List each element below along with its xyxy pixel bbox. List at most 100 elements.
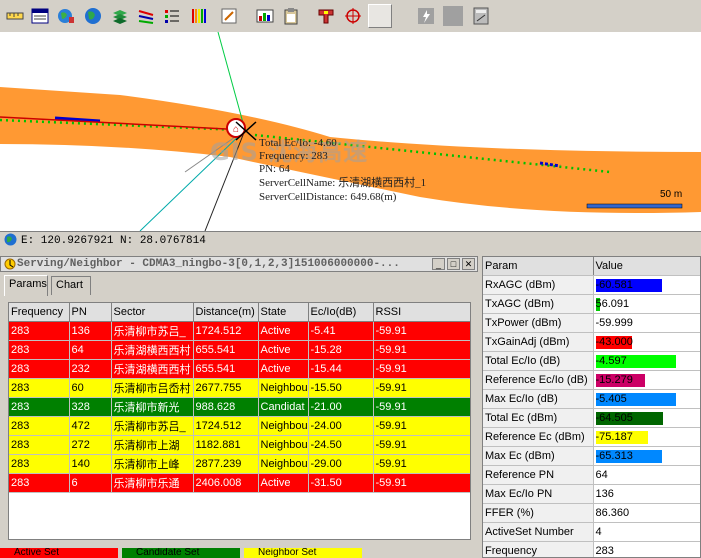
neighbor-table[interactable]: Frequency PN Sector Distance(m) State Ec… — [8, 302, 471, 540]
table-cell: 283 — [9, 321, 70, 341]
measure-icon[interactable] — [315, 5, 337, 27]
table-cell: -59.91 — [373, 378, 470, 398]
table-cell: 乐清柳市上湖 — [111, 435, 194, 455]
table-cell: 2677.755 — [193, 378, 259, 398]
param-value: -4.597 — [595, 355, 627, 367]
param-row: TxAGC (dBm) 56.091 — [483, 294, 700, 314]
table-row[interactable]: 283 64 乐清湖横西西村 655.541 Active -15.28 -59.91 — [9, 340, 470, 360]
param-value-cell: -5.405 — [593, 389, 700, 409]
table-row[interactable]: 283 328 乐清柳市新光 988.628 Candidat -21.00 -59.91 — [9, 397, 470, 417]
col-distance[interactable]: Distance(m) — [193, 303, 259, 322]
param-value-cell: -43.000 — [593, 332, 700, 352]
globe-tool-icon[interactable] — [55, 5, 77, 27]
table-cell: 140 — [69, 454, 112, 474]
layers-icon[interactable] — [109, 5, 131, 27]
table-cell: 乐清湖横西西村 — [111, 340, 194, 360]
maximize-button[interactable]: □ — [447, 258, 460, 270]
table-row[interactable]: 283 140 乐清柳市上峰 2877.239 Neighbou -29.00 -59.91 — [9, 454, 470, 474]
list-icon[interactable] — [161, 5, 183, 27]
col-state[interactable]: State — [258, 303, 309, 322]
table-view-icon[interactable] — [29, 5, 51, 27]
label-total-ecio: Total Ec/Io: -4.60 — [259, 137, 337, 149]
empty-row — [9, 511, 470, 529]
col-frequency[interactable]: Frequency — [9, 303, 70, 322]
param-value: -64.505 — [595, 412, 633, 424]
param-row: Total Ec (dBm) -64.505 — [483, 408, 700, 428]
table-cell: -21.00 — [308, 397, 374, 417]
panel-title: Serving/Neighbor - CDMA3_ningbo-3[0,1,2,… — [17, 258, 400, 270]
param-label: Total Ec (dBm) — [483, 408, 594, 428]
color-bars-icon[interactable] — [188, 5, 210, 27]
col-value[interactable]: Value — [593, 257, 700, 276]
param-label: TxGainAdj (dBm) — [483, 332, 594, 352]
panel-icon — [4, 258, 16, 273]
col-pn[interactable]: PN — [69, 303, 112, 322]
table-row[interactable]: 283 6 乐清柳市乐通 2406.008 Active -31.50 -59.91 — [9, 473, 470, 493]
table-cell: -5.41 — [308, 321, 374, 341]
status-bar-right — [480, 231, 701, 249]
col-ecio[interactable]: Ec/Io(dB) — [308, 303, 374, 322]
param-value-cell: -64.505 — [593, 408, 700, 428]
col-rssi[interactable]: RSSI — [373, 303, 470, 322]
table-row[interactable]: 283 60 乐清柳市吕岙村 2677.755 Neighbou -15.50 -59.91 — [9, 378, 470, 398]
table-cell: 2406.008 — [193, 473, 259, 493]
panel-titlebar[interactable]: Serving/Neighbor - CDMA3_ningbo-3[0,1,2,… — [0, 256, 478, 272]
tab-chart[interactable]: Chart — [51, 276, 91, 295]
table-cell: 472 — [69, 416, 112, 436]
table-cell: 283 — [9, 473, 70, 493]
table-cell: 1724.512 — [193, 416, 259, 436]
param-value-cell: -75.187 — [593, 427, 700, 447]
param-label: TxPower (dBm) — [483, 313, 594, 333]
col-param[interactable]: Param — [483, 257, 594, 276]
param-value-cell: 86.360 — [593, 503, 700, 523]
param-row: RxAGC (dBm) -60.581 — [483, 275, 700, 295]
col-sector[interactable]: Sector — [111, 303, 194, 322]
param-value-cell: -59.999 — [593, 313, 700, 333]
param-value: -59.999 — [595, 317, 633, 329]
tab-params[interactable]: Params — [4, 275, 48, 296]
legend-icon[interactable] — [135, 5, 157, 27]
lightning-icon[interactable] — [415, 5, 437, 27]
table-cell: 283 — [9, 435, 70, 455]
minimize-button[interactable]: _ — [432, 258, 445, 270]
calc-icon[interactable] — [470, 5, 492, 27]
table-row[interactable]: 283 136 乐清柳市苏吕_ 1724.512 Active -5.41 -59.91 — [9, 321, 470, 341]
param-row: Max Ec/Io (dB) -5.405 — [483, 389, 700, 409]
param-label: Total Ec/Io (dB) — [483, 351, 594, 371]
clipboard-icon[interactable] — [280, 5, 302, 27]
table-row[interactable]: 283 232 乐清湖横西西村 655.541 Active -15.44 -59.91 — [9, 359, 470, 379]
ruler-icon[interactable] — [4, 5, 26, 27]
params-table[interactable]: Param Value RxAGC (dBm) -60.581 TxAGC (dBm… — [482, 256, 701, 558]
param-row: Frequency 283 — [483, 541, 700, 557]
table-row[interactable]: 283 472 乐清柳市苏吕_ 1724.512 Neighbou -24.00 -59.9… — [9, 416, 470, 436]
blank-button[interactable] — [368, 4, 392, 28]
legend-neighbor-set: Neighbor Set — [244, 548, 362, 558]
param-row: Reference Ec/Io (dB) -15.279 — [483, 370, 700, 390]
param-label: Max Ec/Io PN — [483, 484, 594, 504]
table-cell: Active — [258, 473, 309, 493]
globe-icon[interactable] — [82, 5, 104, 27]
param-value: -15.279 — [595, 374, 633, 386]
table-cell: 283 — [9, 359, 70, 379]
table-cell: -59.91 — [373, 473, 470, 493]
edit-icon[interactable] — [218, 5, 240, 27]
target-icon[interactable] — [342, 5, 364, 27]
param-label: Max Ec/Io (dB) — [483, 389, 594, 409]
table-row[interactable]: 283 272 乐清柳市上湖 1182.881 Neighbou -24.50 -59.91 — [9, 435, 470, 455]
param-label: Max Ec (dBm) — [483, 446, 594, 466]
param-value-cell: -65.313 — [593, 446, 700, 466]
param-row: ActiveSet Number 4 — [483, 522, 700, 542]
label-pn: PN: 64 — [259, 163, 290, 175]
chart-icon[interactable] — [254, 5, 276, 27]
gray-button[interactable] — [443, 6, 463, 26]
close-button[interactable]: ✕ — [462, 258, 475, 270]
legend-active-set: Active Set — [0, 548, 118, 558]
param-value: 56.091 — [595, 298, 630, 310]
map-view[interactable]: ⌂ GIS 沈海高速 Total Ec/Io: -4.60 Frequency:… — [0, 32, 701, 231]
coordinate-bar: E: 120.9267921 N: 28.0767814 — [0, 231, 480, 249]
param-value: -65.313 — [595, 450, 633, 462]
param-label: Frequency — [483, 541, 594, 557]
table-cell: -59.91 — [373, 416, 470, 436]
param-value: 136 — [595, 488, 614, 500]
table-cell: Neighbou — [258, 378, 309, 398]
